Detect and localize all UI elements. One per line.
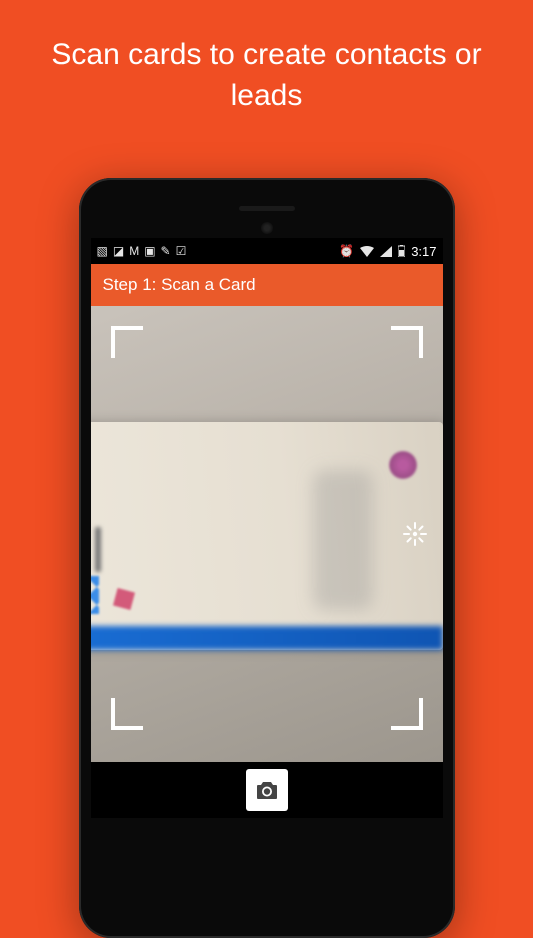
app-titlebar: Step 1: Scan a Card (91, 264, 443, 306)
evernote-icon: ✎ (161, 244, 171, 258)
statusbar-time: 3:17 (411, 244, 436, 259)
battery-icon (398, 245, 405, 257)
android-statusbar: ▧ ◪ M ▣ ✎ ☑ ⏰ 3:17 (91, 238, 443, 264)
card-text-line (95, 527, 101, 572)
shutter-button[interactable] (246, 769, 288, 811)
notification-icon: ▣ (144, 244, 155, 258)
flash-toggle-button[interactable] (397, 516, 433, 552)
phone-mockup: ▧ ◪ M ▣ ✎ ☑ ⏰ 3:17 (79, 178, 455, 938)
frame-corner-icon (391, 326, 423, 358)
scan-frame (111, 326, 423, 730)
alarm-icon: ⏰ (339, 244, 354, 258)
wifi-icon (360, 246, 374, 257)
statusbar-left-icons: ▧ ◪ M ▣ ✎ ☑ (97, 244, 187, 258)
phone-earpiece-slit (239, 206, 295, 211)
frame-corner-icon (111, 326, 143, 358)
phone-front-camera (261, 222, 273, 234)
camera-bottombar (91, 762, 443, 818)
signal-icon (380, 246, 392, 257)
camera-icon (255, 780, 279, 800)
card-logo-icon (91, 576, 99, 614)
camera-viewfinder[interactable] (91, 306, 443, 762)
frame-corner-icon (111, 698, 143, 730)
gmail-icon: M (129, 244, 139, 258)
statusbar-right-icons: ⏰ 3:17 (339, 244, 436, 259)
notification-icon: ☑ (176, 244, 187, 258)
notification-icon: ▧ (97, 244, 108, 258)
notification-icon: ◪ (113, 244, 124, 258)
device-screen: ▧ ◪ M ▣ ✎ ☑ ⏰ 3:17 (91, 238, 443, 818)
marketing-headline: Scan cards to create contacts or leads (0, 0, 533, 136)
frame-corner-icon (391, 698, 423, 730)
appbar-title: Step 1: Scan a Card (103, 275, 256, 295)
flash-icon (402, 521, 428, 547)
